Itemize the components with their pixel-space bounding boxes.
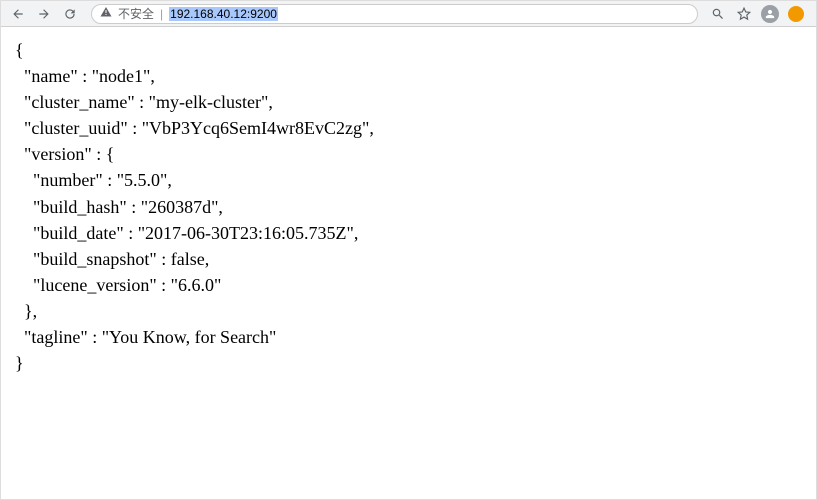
url-text: 192.168.40.12:9200 xyxy=(169,7,278,21)
security-status-text: 不安全 xyxy=(118,5,154,22)
json-key: name xyxy=(31,66,70,86)
reload-icon xyxy=(63,7,77,21)
zoom-button[interactable] xyxy=(708,4,728,24)
json-value: 5.5.0 xyxy=(124,170,160,190)
magnifier-icon xyxy=(711,7,725,21)
json-value: 260387d xyxy=(148,197,211,217)
avatar-icon xyxy=(761,5,779,23)
bookmark-button[interactable] xyxy=(734,4,754,24)
json-value: 2017-06-30T23:16:05.735Z xyxy=(145,223,346,243)
json-value: node1 xyxy=(99,66,143,86)
back-button[interactable] xyxy=(7,3,29,25)
json-value: VbP3Ycq6SemI4wr8EvC2zg xyxy=(149,118,362,138)
address-bar[interactable]: 不安全 | 192.168.40.12:9200 xyxy=(91,4,698,24)
star-icon xyxy=(737,7,751,21)
json-key: tagline xyxy=(31,327,80,347)
toolbar-right-icons xyxy=(708,4,810,24)
json-key: cluster_name xyxy=(31,92,127,112)
arrow-left-icon xyxy=(11,7,25,21)
warning-icon xyxy=(100,6,112,21)
reload-button[interactable] xyxy=(59,3,81,25)
response-body: { "name" : "node1", "cluster_name" : "my… xyxy=(1,27,816,386)
json-key: build_hash xyxy=(40,197,119,217)
json-key: build_date xyxy=(40,223,116,243)
json-value: false xyxy=(171,249,205,269)
profile-button[interactable] xyxy=(760,4,780,24)
json-value: You Know, for Search xyxy=(109,327,269,347)
forward-button[interactable] xyxy=(33,3,55,25)
arrow-right-icon xyxy=(37,7,51,21)
json-value: my-elk-cluster xyxy=(156,92,261,112)
json-key: version xyxy=(31,144,84,164)
json-key: cluster_uuid xyxy=(31,118,120,138)
json-key: build_snapshot xyxy=(40,249,149,269)
json-key: lucene_version xyxy=(40,275,149,295)
notification-dot-icon xyxy=(788,6,804,22)
notifications-button[interactable] xyxy=(786,4,806,24)
json-value: 6.6.0 xyxy=(178,275,214,295)
separator: | xyxy=(160,7,163,21)
json-key: number xyxy=(40,170,95,190)
browser-toolbar: 不安全 | 192.168.40.12:9200 xyxy=(1,1,816,27)
